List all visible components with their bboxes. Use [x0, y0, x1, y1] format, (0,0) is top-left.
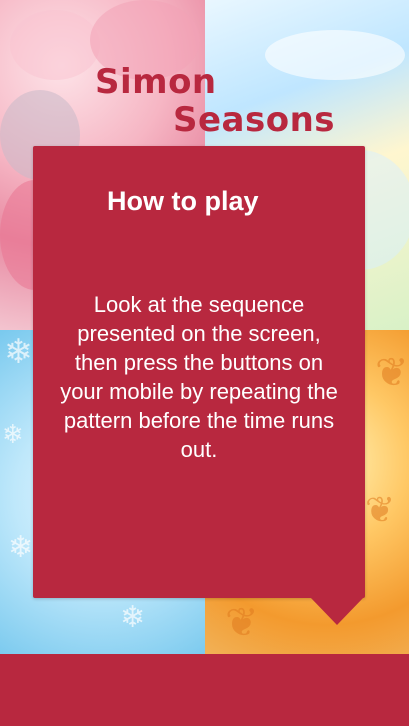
- leaf-icon: ❦: [225, 600, 259, 646]
- card-heading: How to play: [107, 186, 259, 216]
- snowflake-icon: ❄: [4, 332, 33, 372]
- snowflake-icon: ❄: [120, 600, 146, 635]
- how-to-play-card: How to play Look at the sequence present…: [33, 146, 365, 598]
- app-title-line2: Seasons: [173, 100, 336, 140]
- snowflake-icon: ❄: [8, 530, 34, 565]
- snowflake-icon: ❄: [2, 420, 24, 450]
- bottom-bar: [0, 654, 409, 726]
- card-pointer: [310, 597, 364, 625]
- app-title-line1: Simon: [95, 62, 217, 102]
- card-body: Look at the sequence presented on the sc…: [60, 292, 338, 462]
- cloud-shape: [265, 30, 405, 80]
- flower-icon: [10, 10, 100, 80]
- leaf-icon: ❦: [365, 490, 396, 531]
- leaf-icon: ❦: [375, 350, 409, 396]
